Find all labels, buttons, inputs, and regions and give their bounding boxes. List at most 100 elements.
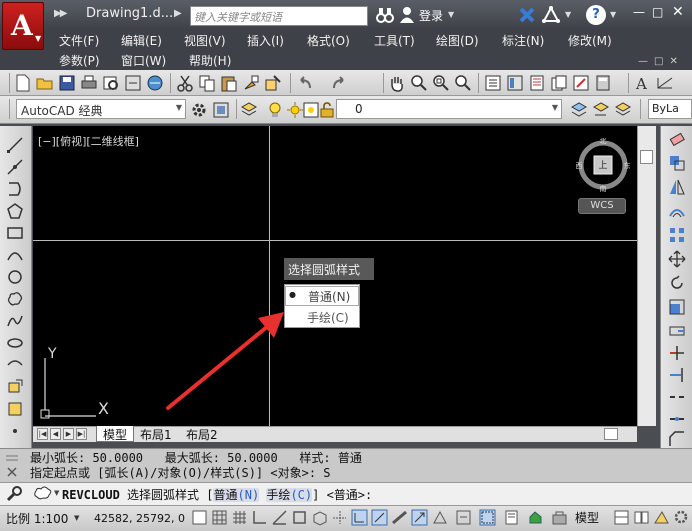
isolate-objects-icon[interactable] — [551, 509, 568, 526]
tab-layout1[interactable]: 布局1 — [134, 426, 178, 442]
rotate-icon[interactable] — [668, 274, 686, 292]
model-space-button[interactable]: 模型 — [575, 509, 609, 527]
command-window-grip-icon[interactable] — [4, 452, 20, 478]
coordinate-readout[interactable]: 42582, 25792, 0 — [94, 512, 185, 525]
ortho-icon[interactable] — [251, 509, 268, 526]
break-icon[interactable] — [668, 388, 686, 406]
maximize-button[interactable]: □ — [652, 5, 666, 21]
snap-mode-icon[interactable] — [211, 509, 228, 526]
help-icon[interactable]: ? — [586, 5, 606, 25]
print-preview-icon[interactable] — [102, 74, 120, 92]
viewcube-south-label[interactable]: 南 — [600, 184, 607, 192]
print-icon[interactable] — [80, 74, 98, 92]
menu-dimension[interactable]: 标注(N) — [502, 32, 544, 49]
viewcube-face-label[interactable]: 上 — [598, 160, 607, 171]
spline-icon[interactable] — [6, 312, 24, 330]
dim-style-icon[interactable] — [656, 74, 674, 92]
menu-file[interactable]: 文件(F) — [59, 32, 99, 49]
transparency-icon[interactable] — [411, 509, 428, 526]
rectangle-icon[interactable] — [6, 224, 24, 242]
layer-states-icon[interactable] — [614, 101, 632, 119]
cut-icon[interactable] — [176, 74, 194, 92]
recent-commands-dropdown-icon[interactable]: ▼ — [54, 489, 59, 497]
undo-icon[interactable] — [296, 74, 314, 92]
unlock-icon[interactable] — [318, 101, 336, 119]
quick-view-layouts-icon[interactable] — [613, 509, 630, 526]
copy-icon[interactable] — [198, 74, 216, 92]
markup-icon[interactable] — [572, 74, 590, 92]
menu-draw[interactable]: 绘图(D) — [436, 32, 479, 49]
user-icon[interactable] — [399, 6, 415, 24]
close-button[interactable]: ✕ — [672, 4, 688, 22]
horizontal-scrollbar-thumb[interactable] — [604, 428, 618, 440]
pan-hand-icon[interactable] — [388, 74, 406, 92]
polyline-icon[interactable] — [6, 180, 24, 198]
search-input[interactable]: 键入关键字或短语 — [190, 6, 368, 26]
viewcube-north-label[interactable]: 北 — [600, 138, 607, 145]
new-file-icon[interactable] — [14, 74, 32, 92]
login-dropdown-icon[interactable]: ▼ — [448, 10, 454, 19]
online-dropdown-icon[interactable]: ▼ — [565, 10, 571, 19]
quick-view-drawings-icon[interactable] — [633, 509, 650, 526]
wcs-menu-button[interactable]: WCS — [578, 198, 626, 214]
redo-icon[interactable] — [330, 74, 348, 92]
annotation-scale[interactable]: 比例 1:100 — [6, 510, 68, 527]
menu-help[interactable]: 帮助(H) — [189, 52, 231, 69]
match-properties-icon[interactable] — [242, 74, 260, 92]
chamfer-icon[interactable] — [668, 430, 686, 448]
last-tab-icon[interactable]: ▶| — [76, 428, 87, 440]
workspace-save-icon[interactable] — [212, 101, 230, 119]
circle-icon[interactable] — [6, 268, 24, 286]
make-block-icon[interactable] — [6, 400, 24, 418]
annotation-monitor-icon[interactable] — [479, 509, 496, 526]
command-option-freehand[interactable]: 手绘(C) — [266, 488, 313, 502]
infer-constraints-icon[interactable] — [191, 509, 208, 526]
array-icon[interactable] — [668, 226, 686, 244]
lineweight-icon[interactable] — [391, 509, 408, 526]
title-expand-icon[interactable]: ▶ — [174, 8, 182, 19]
trim-icon[interactable] — [668, 344, 686, 362]
zoom-previous-icon[interactable] — [454, 74, 472, 92]
offset-icon[interactable] — [668, 202, 686, 220]
menu-view[interactable]: 视图(V) — [184, 32, 226, 49]
revcloud-command-icon[interactable] — [32, 485, 54, 501]
copy-object-icon[interactable] — [668, 154, 686, 172]
ellipse-icon[interactable] — [6, 334, 24, 352]
tab-model[interactable]: 模型 — [96, 426, 135, 442]
paste-icon[interactable] — [220, 74, 238, 92]
design-center-icon[interactable] — [506, 74, 524, 92]
point-icon[interactable] — [6, 422, 24, 440]
otrack-icon[interactable] — [331, 509, 348, 526]
layer-properties-icon[interactable] — [240, 101, 258, 119]
menu-tools[interactable]: 工具(T) — [374, 32, 415, 49]
viewcube[interactable]: 上 北 南 西 东 — [576, 138, 630, 192]
viewport-controls-label[interactable]: [−][俯视][二维线框] — [38, 133, 139, 149]
line-icon[interactable] — [6, 136, 24, 154]
polar-icon[interactable] — [271, 509, 288, 526]
menu-modify[interactable]: 修改(M) — [568, 32, 612, 49]
document-window-controls[interactable]: —□✕ — [638, 56, 684, 67]
lightbulb-icon[interactable] — [266, 101, 284, 119]
zoom-realtime-icon[interactable] — [410, 74, 428, 92]
osnap-icon[interactable] — [291, 509, 308, 526]
zoom-window-icon[interactable] — [432, 74, 450, 92]
scale-dropdown-icon[interactable]: ▼ — [74, 514, 79, 522]
menu-edit[interactable]: 编辑(E) — [121, 32, 162, 49]
join-icon[interactable] — [668, 410, 686, 428]
vertical-scrollbar[interactable] — [637, 126, 656, 426]
first-tab-icon[interactable]: |◀ — [37, 428, 48, 440]
extend-icon[interactable] — [668, 366, 686, 384]
menu-insert[interactable]: 插入(I) — [247, 32, 284, 49]
layer-dropdown[interactable]: 0 ▼ — [336, 99, 562, 119]
layer-previous-icon[interactable] — [592, 101, 610, 119]
wrench-icon[interactable] — [6, 486, 22, 502]
revision-cloud-icon[interactable] — [6, 290, 24, 308]
workspace-dropdown[interactable]: AutoCAD 经典 ▼ — [16, 99, 186, 119]
mirror-icon[interactable] — [668, 178, 686, 196]
block-editor-icon[interactable] — [264, 74, 282, 92]
publish-icon[interactable] — [124, 74, 142, 92]
tab-layout2[interactable]: 布局2 — [180, 426, 224, 442]
save-icon[interactable] — [58, 74, 76, 92]
text-style-icon[interactable]: A — [634, 74, 652, 92]
hardware-accel-icon[interactable] — [527, 509, 544, 526]
